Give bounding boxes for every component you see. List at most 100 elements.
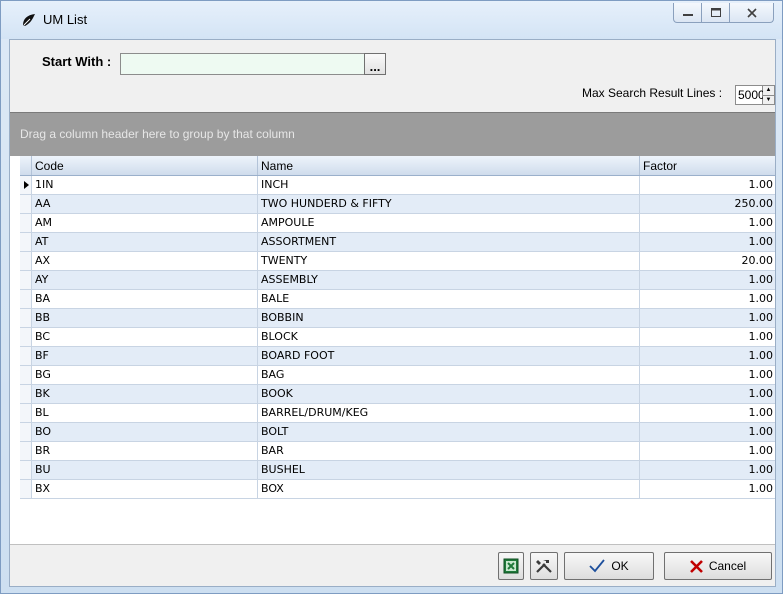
cell-name[interactable]: BOX [258,480,640,499]
spin-down-icon[interactable]: ▼ [763,96,774,105]
cell-name[interactable]: ASSEMBLY [258,271,640,290]
cell-factor[interactable]: 1.00 [640,480,775,499]
table-row[interactable]: BB BOBBIN 1.00 [20,309,775,328]
cell-name[interactable]: BARREL/DRUM/KEG [258,404,640,423]
cell-name[interactable]: BOBBIN [258,309,640,328]
table-row[interactable]: AT ASSORTMENT 1.00 [20,233,775,252]
max-lines-input[interactable]: 5000 [735,85,765,105]
cell-code[interactable]: BL [32,404,258,423]
table-row[interactable]: BO BOLT 1.00 [20,423,775,442]
table-row[interactable]: BC BLOCK 1.00 [20,328,775,347]
row-indicator[interactable] [20,328,32,347]
row-indicator[interactable] [20,347,32,366]
row-indicator[interactable] [20,385,32,404]
column-header-factor[interactable]: Factor [640,156,775,175]
cell-factor[interactable]: 1.00 [640,271,775,290]
table-row[interactable]: 1IN INCH 1.00 [20,176,775,195]
cell-code[interactable]: AM [32,214,258,233]
table-row[interactable]: BG BAG 1.00 [20,366,775,385]
cancel-button[interactable]: Cancel [664,552,772,580]
table-row[interactable]: BR BAR 1.00 [20,442,775,461]
cell-factor[interactable]: 1.00 [640,309,775,328]
cell-factor[interactable]: 1.00 [640,442,775,461]
cell-code[interactable]: BX [32,480,258,499]
title-bar[interactable]: UM List [1,1,782,39]
cell-name[interactable]: BOLT [258,423,640,442]
cell-name[interactable]: AMPOULE [258,214,640,233]
row-indicator[interactable] [20,290,32,309]
cell-name[interactable]: BOARD FOOT [258,347,640,366]
start-with-input[interactable] [120,53,364,75]
table-row[interactable]: BK BOOK 1.00 [20,385,775,404]
maximize-button[interactable] [702,3,730,22]
cell-code[interactable]: BK [32,385,258,404]
cell-factor[interactable]: 1.00 [640,328,775,347]
ok-button[interactable]: OK [564,552,654,580]
row-indicator[interactable] [20,461,32,480]
tools-button[interactable] [530,552,558,580]
column-header-code[interactable]: Code [32,156,258,175]
column-header-name[interactable]: Name [258,156,640,175]
cell-name[interactable]: TWO HUNDERD & FIFTY [258,195,640,214]
row-indicator[interactable] [20,271,32,290]
cell-name[interactable]: INCH [258,176,640,195]
spin-up-icon[interactable]: ▲ [763,86,774,96]
cell-factor[interactable]: 1.00 [640,214,775,233]
cell-factor[interactable]: 1.00 [640,233,775,252]
cell-factor[interactable]: 1.00 [640,423,775,442]
cell-name[interactable]: BLOCK [258,328,640,347]
table-row[interactable]: BU BUSHEL 1.00 [20,461,775,480]
row-indicator[interactable] [20,442,32,461]
cell-factor[interactable]: 1.00 [640,347,775,366]
cell-name[interactable]: BALE [258,290,640,309]
table-row[interactable]: BL BARREL/DRUM/KEG 1.00 [20,404,775,423]
cell-code[interactable]: AA [32,195,258,214]
cell-factor[interactable]: 1.00 [640,366,775,385]
cell-code[interactable]: BC [32,328,258,347]
cell-code[interactable]: AX [32,252,258,271]
cell-factor[interactable]: 1.00 [640,404,775,423]
cell-factor[interactable]: 1.00 [640,290,775,309]
table-row[interactable]: BA BALE 1.00 [20,290,775,309]
cell-name[interactable]: TWENTY [258,252,640,271]
cell-name[interactable]: ASSORTMENT [258,233,640,252]
cell-code[interactable]: BB [32,309,258,328]
table-row[interactable]: AY ASSEMBLY 1.00 [20,271,775,290]
table-row[interactable]: AA TWO HUNDERD & FIFTY 250.00 [20,195,775,214]
group-by-panel[interactable]: Drag a column header here to group by th… [10,112,775,156]
row-indicator[interactable] [20,252,32,271]
cell-code[interactable]: BO [32,423,258,442]
cell-code[interactable]: BU [32,461,258,480]
row-indicator[interactable] [20,423,32,442]
max-lines-spinner[interactable]: ▲ ▼ [763,85,775,105]
export-excel-button[interactable] [498,552,524,580]
cell-factor[interactable]: 1.00 [640,385,775,404]
table-row[interactable]: BF BOARD FOOT 1.00 [20,347,775,366]
row-indicator[interactable] [20,366,32,385]
cell-code[interactable]: AT [32,233,258,252]
cell-name[interactable]: BOOK [258,385,640,404]
row-indicator[interactable] [20,309,32,328]
cell-code[interactable]: BF [32,347,258,366]
row-indicator[interactable] [20,214,32,233]
cell-factor[interactable]: 1.00 [640,176,775,195]
cell-name[interactable]: BAR [258,442,640,461]
table-row[interactable]: AM AMPOULE 1.00 [20,214,775,233]
browse-button[interactable]: ... [364,53,386,75]
row-indicator[interactable] [20,404,32,423]
cell-name[interactable]: BAG [258,366,640,385]
cell-name[interactable]: BUSHEL [258,461,640,480]
cell-code[interactable]: BR [32,442,258,461]
row-indicator[interactable] [20,480,32,499]
cell-factor[interactable]: 1.00 [640,461,775,480]
row-indicator[interactable] [20,195,32,214]
cell-code[interactable]: BA [32,290,258,309]
row-indicator[interactable] [20,176,32,195]
table-row[interactable]: AX TWENTY 20.00 [20,252,775,271]
cell-factor[interactable]: 250.00 [640,195,775,214]
cell-code[interactable]: AY [32,271,258,290]
close-button[interactable] [730,3,773,22]
cell-code[interactable]: BG [32,366,258,385]
minimize-button[interactable] [674,3,702,22]
row-indicator[interactable] [20,233,32,252]
